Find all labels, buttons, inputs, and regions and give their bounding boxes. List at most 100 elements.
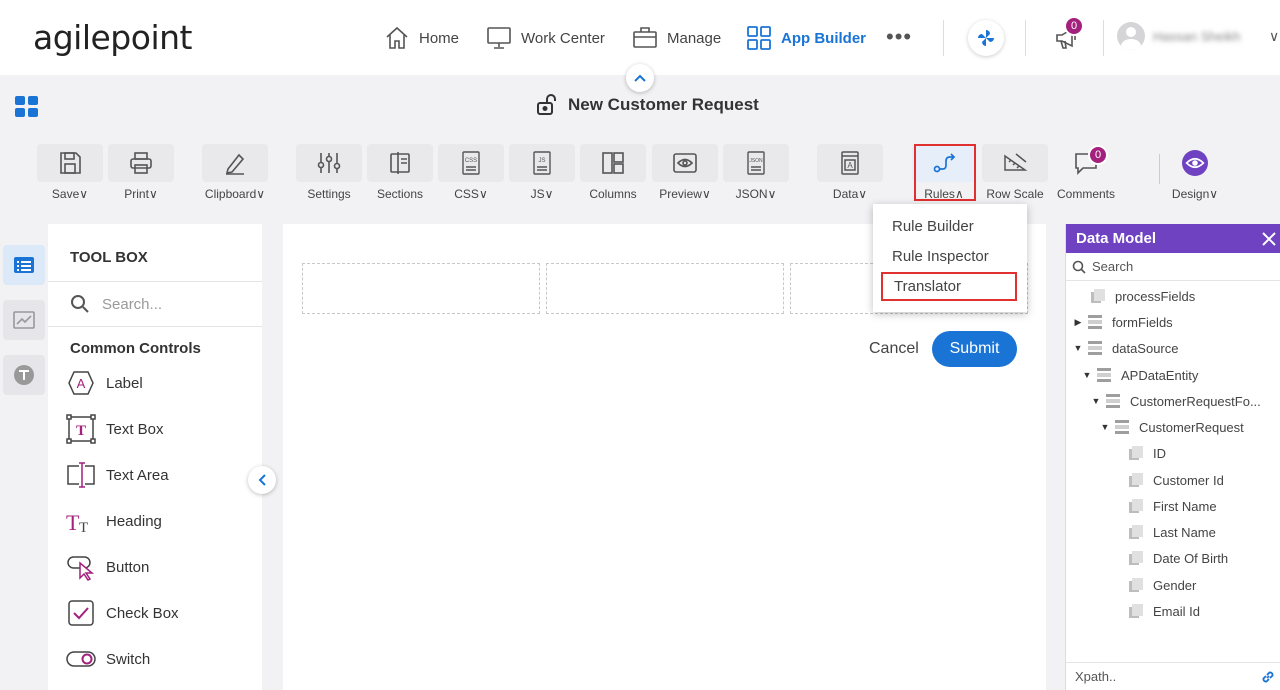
- control-text-box[interactable]: T Text Box: [66, 414, 164, 444]
- svg-text:T: T: [79, 520, 88, 536]
- tree-node[interactable]: ▼ CustomerRequest: [1099, 418, 1244, 436]
- json-tool[interactable]: JSON JSON∨: [723, 144, 789, 204]
- sections-tool[interactable]: Sections: [367, 144, 433, 204]
- group-icon: [1088, 315, 1102, 329]
- tree-node[interactable]: ▶ formFields: [1072, 313, 1173, 331]
- css-tool[interactable]: CSS CSS∨: [438, 144, 504, 204]
- collapse-header-button[interactable]: [626, 64, 654, 92]
- preview-tool[interactable]: Preview∨: [652, 144, 718, 204]
- close-icon[interactable]: [1262, 231, 1276, 246]
- rail-theme-button[interactable]: [3, 355, 45, 395]
- divider: [1103, 20, 1104, 56]
- clipboard-tool[interactable]: Clipboard∨: [202, 144, 268, 204]
- print-tool[interactable]: Print∨: [108, 144, 174, 204]
- tree-node[interactable]: ▼ dataSource: [1072, 339, 1179, 357]
- svg-text:A: A: [847, 161, 853, 170]
- text-area-control-icon: [67, 462, 95, 488]
- apps-grid-icon[interactable]: [15, 96, 38, 117]
- control-button[interactable]: Button: [66, 552, 149, 582]
- tree-node-label: formFields: [1112, 314, 1173, 330]
- control-switch[interactable]: Switch: [66, 644, 150, 674]
- home-icon: [386, 26, 408, 49]
- agilepoint-logo[interactable]: agilepoint: [33, 18, 192, 57]
- tree-node[interactable]: processFields: [1075, 287, 1195, 305]
- menu-item-rule-builder[interactable]: Rule Builder: [873, 212, 1027, 242]
- tree-node-label: processFields: [1115, 288, 1196, 304]
- settings-tool[interactable]: Settings: [296, 144, 362, 204]
- pinwheel-button[interactable]: [968, 20, 1004, 56]
- more-menu-icon[interactable]: •••: [886, 26, 912, 48]
- tree-node[interactable]: ▼ APDataEntity: [1081, 366, 1199, 384]
- tree-node[interactable]: ID: [1113, 444, 1166, 462]
- svg-text:T: T: [66, 510, 80, 535]
- tree-node-label: Date Of Birth: [1153, 550, 1229, 566]
- tree-node[interactable]: Gender: [1113, 576, 1196, 594]
- json-file-icon: JSON: [747, 151, 765, 175]
- control-button-text: Button: [106, 558, 150, 576]
- collapse-toolbox-button[interactable]: [248, 466, 276, 494]
- nav-work-center[interactable]: Work Center: [486, 24, 605, 52]
- notification-badge: 0: [1064, 16, 1084, 36]
- submit-button[interactable]: Submit: [932, 331, 1017, 367]
- tree-node[interactable]: Customer Id: [1113, 471, 1224, 489]
- user-menu[interactable]: Hassan Sheikh ∨: [1117, 22, 1279, 50]
- settings-label: Settings: [307, 187, 351, 201]
- tree-node-label: CustomerRequestFo...: [1130, 393, 1261, 409]
- nav-manage[interactable]: Manage: [632, 24, 721, 52]
- list-icon: [14, 257, 34, 273]
- toolbox-search: [48, 281, 262, 327]
- comments-tool[interactable]: 0 Comments: [1053, 144, 1119, 204]
- announcements-button[interactable]: 0: [1054, 16, 1084, 55]
- chevron-down-icon: ∨: [148, 187, 158, 201]
- nav-home[interactable]: Home: [384, 24, 459, 52]
- collapse-arrow-icon[interactable]: ▼: [1090, 396, 1102, 406]
- data-model-title: Data Model: [1076, 230, 1157, 247]
- collapse-arrow-icon[interactable]: ▼: [1099, 422, 1111, 432]
- control-check-box-text: Check Box: [106, 604, 179, 622]
- chevron-down-icon: ∨: [478, 187, 488, 201]
- control-label[interactable]: A Label: [66, 368, 143, 398]
- text-box-control-icon: T: [66, 414, 96, 444]
- expand-arrow-icon[interactable]: ▶: [1072, 317, 1084, 328]
- tree-node[interactable]: ▼ CustomerRequestFo...: [1090, 392, 1261, 410]
- menu-item-translator[interactable]: Translator: [881, 272, 1017, 301]
- control-text-area[interactable]: Text Area: [66, 460, 169, 490]
- cancel-button[interactable]: Cancel: [869, 340, 919, 358]
- xpath-input[interactable]: Xpath..: [1075, 669, 1116, 684]
- print-label: Print: [124, 187, 149, 201]
- heading-control-icon: TT: [66, 510, 88, 536]
- field-icon: [1129, 578, 1143, 592]
- data-model-search-input[interactable]: [1092, 259, 1272, 274]
- chevron-down-icon: ∨: [858, 187, 868, 201]
- avatar: [1117, 22, 1145, 50]
- left-rail: [0, 245, 46, 410]
- collapse-arrow-icon[interactable]: ▼: [1072, 343, 1084, 353]
- js-tool[interactable]: JS JS∨: [509, 144, 575, 204]
- nav-app-builder[interactable]: App Builder: [746, 24, 866, 52]
- tree-node[interactable]: First Name: [1113, 497, 1217, 515]
- chevron-up-icon: [634, 74, 646, 82]
- drop-zone-cell[interactable]: [546, 263, 784, 314]
- save-tool[interactable]: Save∨: [37, 144, 103, 204]
- tree-node-label: Email Id: [1153, 603, 1200, 619]
- row-scale-tool[interactable]: Row Scale: [982, 144, 1048, 204]
- drop-zone-cell[interactable]: [302, 263, 540, 314]
- design-tool[interactable]: Design∨: [1162, 144, 1228, 204]
- columns-tool[interactable]: Columns: [580, 144, 646, 204]
- tree-node[interactable]: Email Id: [1113, 602, 1200, 620]
- toolbox-search-input[interactable]: [102, 295, 252, 313]
- switch-control-icon: [66, 651, 96, 667]
- field-icon: [1129, 604, 1143, 618]
- rail-toolbox-button[interactable]: [3, 245, 45, 285]
- tree-node[interactable]: Date Of Birth: [1113, 549, 1228, 567]
- link-icon[interactable]: [1260, 669, 1276, 685]
- control-heading[interactable]: TT Heading: [66, 506, 162, 536]
- tree-node[interactable]: Last Name: [1113, 523, 1216, 541]
- collapse-arrow-icon[interactable]: ▼: [1081, 370, 1093, 380]
- menu-item-rule-inspector[interactable]: Rule Inspector: [873, 242, 1027, 272]
- control-check-box[interactable]: Check Box: [66, 598, 179, 628]
- data-tool[interactable]: A Data∨: [817, 144, 883, 204]
- divider: [943, 20, 944, 56]
- rail-chart-button[interactable]: [3, 300, 45, 340]
- chevron-down-icon: ∨: [79, 187, 89, 201]
